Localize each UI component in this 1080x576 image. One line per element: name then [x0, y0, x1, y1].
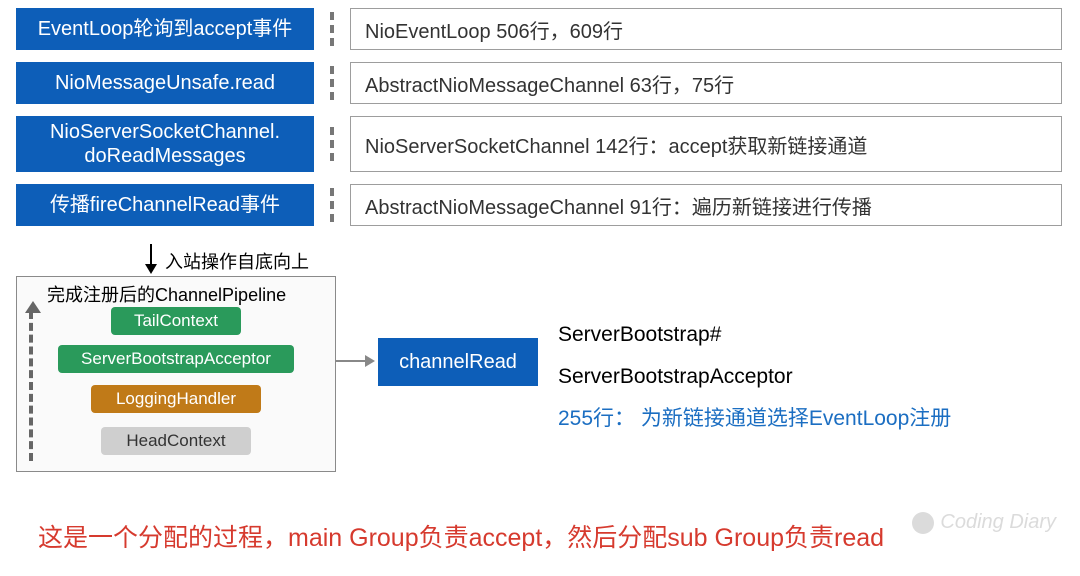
right-notes: ServerBootstrap# ServerBootstrapAcceptor…: [558, 314, 951, 440]
dash-connector: [314, 116, 350, 172]
pipeline-box: 完成注册后的ChannelPipeline TailContext Server…: [16, 276, 336, 472]
step-label: NioServerSocketChannel. doReadMessages: [16, 116, 314, 172]
channel-read-box: channelRead: [378, 338, 538, 386]
dash-connector: [314, 184, 350, 226]
step-row-2: NioMessageUnsafe.read AbstractNioMessage…: [16, 62, 1080, 104]
inbound-label: 入站操作自底向上: [165, 248, 309, 274]
pipeline-title: 完成注册后的ChannelPipeline: [17, 277, 335, 309]
step-row-3: NioServerSocketChannel. doReadMessages N…: [16, 116, 1080, 172]
dash-connector: [314, 8, 350, 50]
step-desc: AbstractNioMessageChannel 63行，75行: [350, 62, 1062, 104]
dash-connector: [314, 62, 350, 104]
arrow-right-icon: [335, 360, 373, 362]
note-line-2: ServerBootstrapAcceptor: [558, 356, 951, 398]
step-row-1: EventLoop轮询到accept事件 NioEventLoop 506行，6…: [16, 8, 1080, 50]
arrow-up-dashed-icon: [29, 311, 33, 461]
note-line-3: 255行： 为新链接通道选择EventLoop注册: [558, 398, 951, 440]
step-label: NioMessageUnsafe.read: [16, 62, 314, 104]
watermark: Coding Diary: [912, 511, 1056, 534]
head-context: HeadContext: [101, 427, 251, 455]
server-bootstrap-acceptor: ServerBootstrapAcceptor: [58, 345, 294, 373]
logging-handler: LoggingHandler: [91, 385, 261, 413]
tail-context: TailContext: [111, 307, 241, 335]
step-row-4: 传播fireChannelRead事件 AbstractNioMessageCh…: [16, 184, 1080, 226]
step-desc: NioServerSocketChannel 142行：accept获取新链接通…: [350, 116, 1062, 172]
arrow-down-icon: [150, 244, 152, 272]
footer-summary: 这是一个分配的过程，main Group负责accept，然后分配sub Gro…: [38, 518, 884, 554]
step-label: 传播fireChannelRead事件: [16, 184, 314, 226]
watermark-text: Coding Diary: [940, 511, 1056, 534]
step-rows: EventLoop轮询到accept事件 NioEventLoop 506行，6…: [16, 8, 1080, 238]
step-label: EventLoop轮询到accept事件: [16, 8, 314, 50]
step-desc: AbstractNioMessageChannel 91行：遍历新链接进行传播: [350, 184, 1062, 226]
wechat-icon: [912, 512, 934, 534]
note-line-1: ServerBootstrap#: [558, 314, 951, 356]
step-desc: NioEventLoop 506行，609行: [350, 8, 1062, 50]
